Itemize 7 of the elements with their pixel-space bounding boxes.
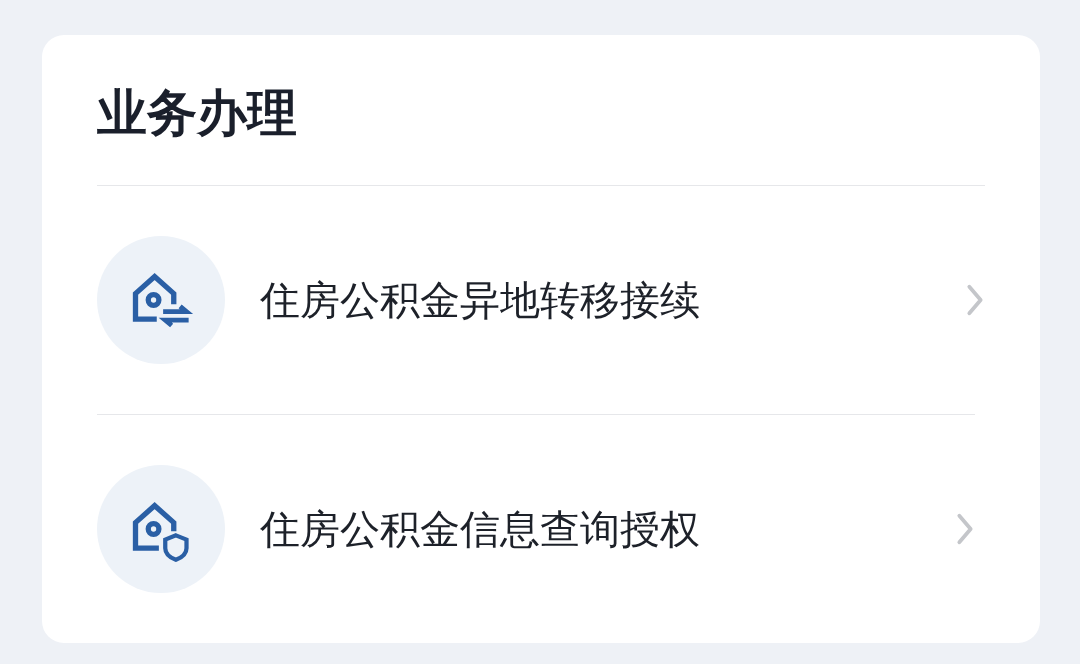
chevron-right-icon [955,512,975,546]
section-title: 业务办理 [97,35,985,186]
item-label: 住房公积金异地转移接续 [260,275,701,325]
service-item[interactable]: 住房公积金信息查询授权 [97,414,975,643]
chevron-right-icon [965,283,985,317]
service-item[interactable]: 住房公积金异地转移接续 [97,186,985,414]
item-label: 住房公积金信息查询授权 [260,504,701,554]
